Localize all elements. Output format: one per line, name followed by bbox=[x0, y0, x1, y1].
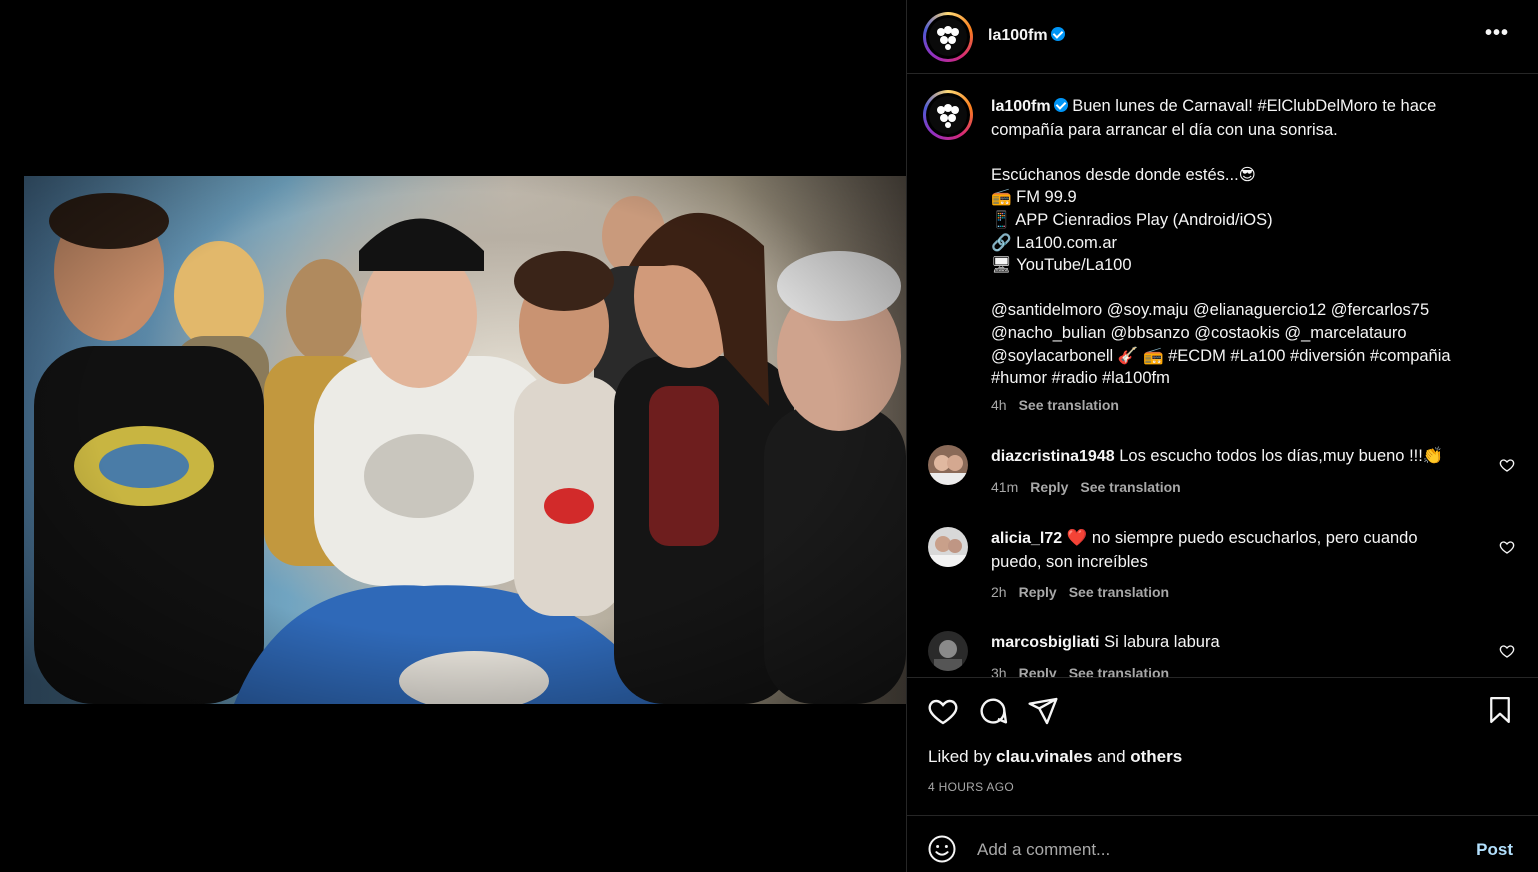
comment-avatar[interactable] bbox=[928, 527, 968, 567]
verified-badge-icon bbox=[1050, 27, 1065, 41]
post-photo[interactable] bbox=[24, 176, 906, 704]
comment-username[interactable]: diazcristina1948 bbox=[991, 448, 1115, 465]
post-comment-button[interactable]: Post bbox=[1476, 840, 1513, 860]
comments-list[interactable]: la100fm Buen lunes de Carnaval! #ElClubD… bbox=[907, 75, 1538, 677]
caption-avatar[interactable] bbox=[923, 90, 973, 140]
liked-by-others[interactable]: others bbox=[1130, 747, 1182, 766]
comment-time[interactable]: 41m bbox=[991, 479, 1018, 495]
comment-time[interactable]: 3h bbox=[991, 665, 1007, 677]
reply-button[interactable]: Reply bbox=[1019, 665, 1057, 677]
see-translation-button[interactable]: See translation bbox=[1080, 479, 1180, 495]
post-side-panel: la100fm ••• la100fm Buen lunes de Carnav… bbox=[906, 0, 1538, 872]
la100-logo-icon bbox=[929, 96, 967, 134]
post-actions: Liked by clau.vinales and others 4 HOURS… bbox=[907, 677, 1538, 815]
comment-meta: 2h Reply See translation bbox=[991, 584, 1181, 600]
caption-username[interactable]: la100fm bbox=[991, 98, 1051, 115]
likes-middle: and bbox=[1092, 747, 1131, 766]
caption-body: Buen lunes de Carnaval! #ElClubDelMoro t… bbox=[991, 97, 1451, 388]
caption: la100fm Buen lunes de Carnaval! #ElClubD… bbox=[991, 95, 1491, 390]
comment-body: Los escucho todos los días,muy bueno !!!… bbox=[1119, 447, 1444, 465]
bookmark-icon[interactable] bbox=[1485, 695, 1515, 725]
post-timestamp[interactable]: 4 HOURS AGO bbox=[928, 780, 1014, 794]
comment-icon[interactable] bbox=[977, 695, 1009, 727]
comment-avatar[interactable] bbox=[928, 445, 968, 485]
comment-text: alicia_l72 ❤️ no siempre puedo escucharl… bbox=[991, 527, 1471, 573]
emoji-icon[interactable] bbox=[927, 834, 957, 864]
comment-meta: 41m Reply See translation bbox=[991, 479, 1193, 495]
add-comment-bar: Add a comment... Post bbox=[907, 815, 1538, 872]
post-media-area bbox=[0, 0, 906, 872]
header-username[interactable]: la100fm bbox=[988, 27, 1048, 44]
avatar[interactable] bbox=[923, 12, 973, 62]
comment-text: diazcristina1948 Los escucho todos los d… bbox=[991, 445, 1471, 469]
reply-button[interactable]: Reply bbox=[1019, 584, 1057, 600]
heart-icon[interactable] bbox=[927, 695, 959, 727]
comment-meta: 3h Reply See translation bbox=[991, 665, 1181, 677]
comment-time[interactable]: 2h bbox=[991, 584, 1007, 600]
likes-summary: Liked by clau.vinales and others bbox=[928, 747, 1182, 767]
comment-username[interactable]: marcosbigliati bbox=[991, 634, 1099, 651]
liked-by-user[interactable]: clau.vinales bbox=[996, 747, 1092, 766]
reply-button[interactable]: Reply bbox=[1030, 479, 1068, 495]
likes-prefix: Liked by bbox=[928, 747, 997, 766]
comment-like-heart-icon[interactable] bbox=[1499, 457, 1515, 473]
caption-see-translation[interactable]: See translation bbox=[1019, 397, 1119, 413]
post-header: la100fm ••• bbox=[907, 0, 1538, 74]
comment-username[interactable]: alicia_l72 bbox=[991, 530, 1062, 547]
verified-badge-icon bbox=[1053, 98, 1068, 112]
see-translation-button[interactable]: See translation bbox=[1069, 665, 1169, 677]
header-username-row: la100fm bbox=[988, 25, 1065, 45]
caption-meta: 4h See translation bbox=[991, 397, 1131, 413]
comment-avatar[interactable] bbox=[928, 631, 968, 671]
comment-input[interactable]: Add a comment... bbox=[977, 840, 1110, 860]
more-options-icon[interactable]: ••• bbox=[1485, 22, 1509, 45]
comment-body: Si labura labura bbox=[1104, 633, 1220, 651]
comment-text: marcosbigliati Si labura labura bbox=[991, 631, 1471, 655]
comment-like-heart-icon[interactable] bbox=[1499, 539, 1515, 555]
group-photo-illustration bbox=[24, 176, 906, 704]
la100-logo-icon bbox=[929, 18, 967, 56]
share-icon[interactable] bbox=[1027, 695, 1059, 727]
comment-like-heart-icon[interactable] bbox=[1499, 643, 1515, 659]
see-translation-button[interactable]: See translation bbox=[1069, 584, 1169, 600]
caption-time[interactable]: 4h bbox=[991, 397, 1007, 413]
